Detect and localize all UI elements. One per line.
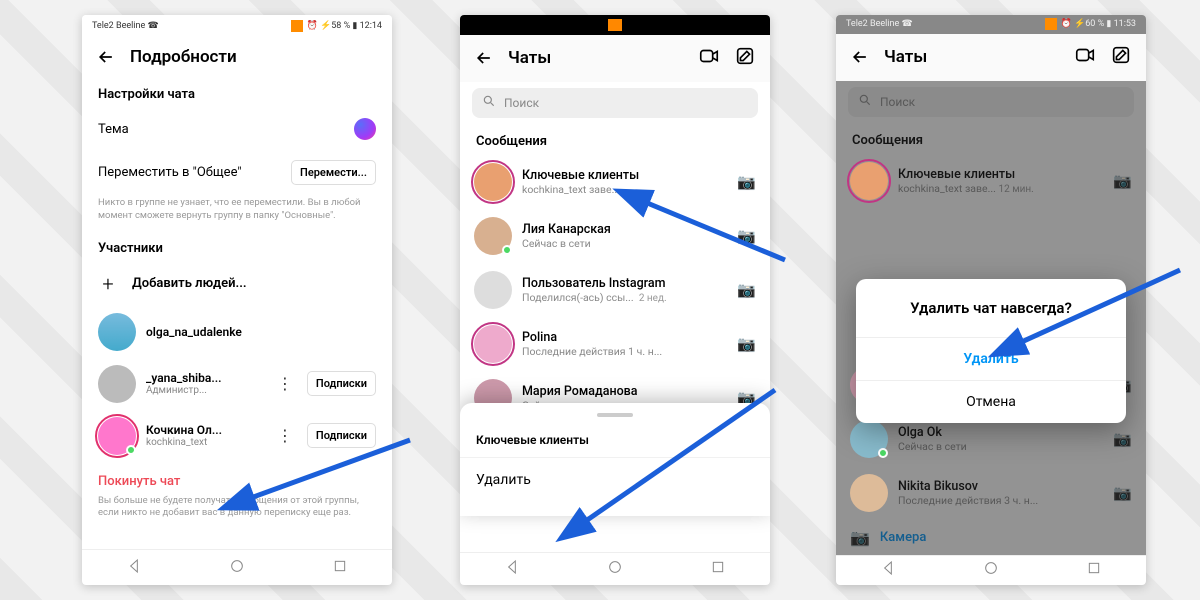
member-name: _yana_shiba...	[146, 371, 263, 385]
online-dot-icon	[878, 448, 888, 458]
nav-recent-icon[interactable]	[332, 558, 348, 578]
header: Подробности	[82, 37, 392, 77]
online-dot-icon	[502, 245, 512, 255]
subscribe-button[interactable]: Подписки	[307, 371, 376, 396]
notification-icon	[291, 20, 303, 32]
online-dot-icon	[126, 445, 136, 455]
annotation-arrow	[1000, 260, 1190, 364]
nav-home-icon[interactable]	[983, 560, 999, 580]
page-title: Подробности	[130, 47, 237, 67]
back-icon[interactable]	[850, 47, 870, 67]
add-people-row[interactable]: + Добавить людей...	[82, 262, 392, 306]
chat-preview: Поделился(-ась) ссы...	[522, 291, 634, 304]
nav-back-icon[interactable]	[126, 558, 142, 578]
camera-icon[interactable]: 📷	[737, 173, 756, 191]
video-icon[interactable]	[1074, 44, 1096, 71]
status-bar	[460, 15, 770, 35]
notification-icon	[1045, 18, 1057, 30]
page-title: Чаты	[884, 47, 927, 67]
back-icon[interactable]	[474, 48, 494, 68]
video-icon[interactable]	[698, 45, 720, 72]
annotation-arrow	[230, 430, 420, 524]
back-icon[interactable]	[96, 47, 116, 67]
nav-home-icon[interactable]	[607, 559, 623, 579]
more-icon[interactable]: ⋮	[273, 374, 297, 393]
nav-recent-icon[interactable]	[1086, 560, 1102, 580]
theme-label: Тема	[98, 122, 344, 137]
search-input[interactable]: Поиск	[472, 88, 758, 118]
notification-icon	[608, 19, 622, 31]
avatar	[98, 417, 136, 455]
move-help-text: Никто в группе не узнает, что ее перемес…	[82, 195, 392, 231]
avatar	[474, 271, 512, 309]
chat-name: Polina	[522, 330, 727, 345]
search-icon	[482, 94, 496, 111]
carrier-label: Tele2 Beeline ☎	[92, 21, 159, 31]
android-navbar	[82, 549, 392, 585]
avatar	[850, 162, 888, 200]
nav-home-icon[interactable]	[229, 558, 245, 578]
chat-time: 2 нед.	[639, 293, 667, 304]
avatar	[98, 313, 136, 351]
status-bar: Tele2 Beeline ☎ ⏰ ⚡60 % ▮ 11:53	[836, 15, 1146, 34]
chat-item[interactable]: PolinaПоследние действия 1 ч. н... 📷	[460, 317, 770, 371]
android-navbar	[460, 552, 770, 585]
camera-icon[interactable]: 📷	[737, 281, 756, 299]
avatar	[850, 474, 888, 512]
plus-icon: +	[98, 272, 118, 296]
annotation-arrow	[565, 380, 785, 544]
section-messages: Сообщения	[460, 124, 770, 155]
theme-row[interactable]: Тема	[82, 108, 392, 150]
section-members: Участники	[82, 231, 392, 262]
move-button[interactable]: Перемести...	[291, 160, 376, 185]
android-navbar	[836, 555, 1146, 585]
move-label: Переместить в "Общее"	[98, 165, 281, 180]
nav-back-icon[interactable]	[504, 559, 520, 579]
section-chat-settings: Настройки чата	[82, 77, 392, 108]
battery-time: ⏰ ⚡58 % ▮ 12:14	[307, 21, 382, 31]
move-row: Переместить в "Общее" Перемести...	[82, 150, 392, 195]
header: Чаты	[460, 35, 770, 82]
dialog-cancel-button[interactable]: Отмена	[856, 380, 1126, 423]
avatar	[474, 163, 512, 201]
status-bar: Tele2 Beeline ☎ ⏰ ⚡58 % ▮ 12:14	[82, 15, 392, 37]
search-placeholder: Поиск	[504, 96, 539, 110]
carrier-label: Tele2 Beeline ☎	[846, 19, 913, 29]
member-name: olga_na_udalenke	[146, 325, 376, 339]
member-row[interactable]: olga_na_udalenke	[82, 306, 392, 358]
compose-icon[interactable]	[734, 45, 756, 72]
chat-name: Ключевые клиенты	[522, 168, 727, 183]
chat-name: Пользователь Instagram	[522, 276, 727, 291]
annotation-arrow	[625, 190, 795, 274]
nav-recent-icon[interactable]	[710, 559, 726, 579]
theme-color-icon	[354, 118, 376, 140]
add-people-label: Добавить людей...	[132, 276, 247, 291]
header: Чаты	[836, 34, 1146, 81]
battery-time: ⏰ ⚡60 % ▮ 11:53	[1061, 19, 1136, 29]
avatar	[474, 325, 512, 363]
member-row[interactable]: _yana_shiba...Администр... ⋮ Подписки	[82, 358, 392, 410]
avatar	[850, 420, 888, 458]
nav-back-icon[interactable]	[880, 560, 896, 580]
camera-icon[interactable]: 📷	[737, 335, 756, 353]
page-title: Чаты	[508, 48, 551, 68]
avatar	[474, 217, 512, 255]
compose-icon[interactable]	[1110, 44, 1132, 71]
chat-preview: Последние действия 1 ч. н...	[522, 345, 727, 358]
avatar	[98, 365, 136, 403]
member-role: Администр...	[146, 385, 263, 396]
